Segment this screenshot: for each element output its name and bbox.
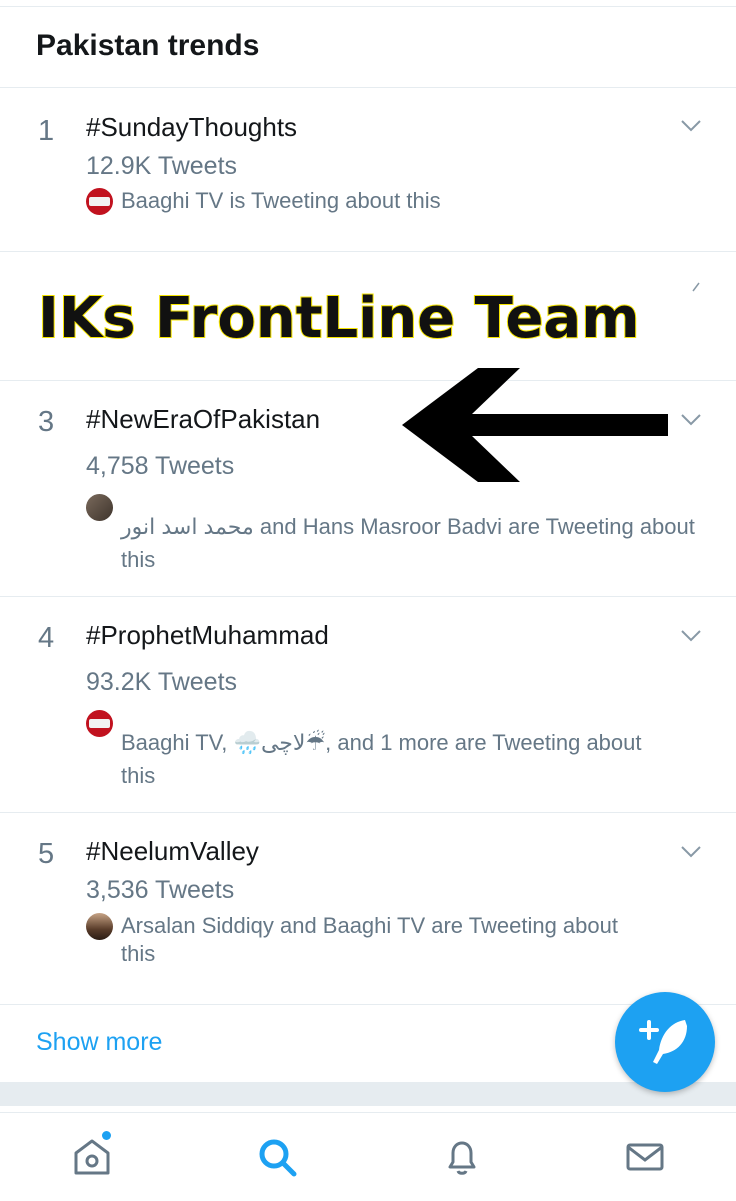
baaghi-tv-avatar — [86, 710, 113, 737]
search-icon[interactable] — [255, 1135, 299, 1179]
compose-tweet-icon — [639, 1020, 687, 1064]
tweet-count: 93.2K Tweets — [86, 668, 238, 696]
overlay-banner-text: IKs FrontLine Team — [37, 285, 641, 352]
tweet-count: 4,758 Tweets — [86, 452, 235, 480]
chevron-down-icon[interactable] — [680, 845, 702, 859]
trend-context: Baaghi TV is Tweeting about this — [121, 188, 441, 213]
trend-hashtag[interactable]: #NewEraOfPakistan — [86, 404, 320, 435]
chevron-down-icon[interactable] — [680, 629, 702, 643]
trend-context-continued: this — [121, 941, 156, 966]
trend-hashtag[interactable]: #SundayThoughts — [86, 112, 297, 143]
trend-item-5[interactable]: 5 #NeelumValley 3,536 Tweets Arsalan Sid… — [0, 813, 736, 1005]
trend-hashtag[interactable]: #NeelumValley — [86, 836, 259, 867]
left-arrow-icon — [402, 368, 668, 482]
chevron-down-icon[interactable] — [680, 413, 702, 427]
mail-icon[interactable] — [623, 1135, 667, 1179]
chevron-down-icon[interactable] — [692, 282, 700, 292]
tweet-count: 12.9K Tweets — [86, 152, 238, 180]
trend-rank: 3 — [38, 406, 55, 438]
trend-context: Baaghi TV, 🌧️لاچی☔, and 1 more are Tweet… — [121, 730, 642, 755]
trend-context: محمد اسد انور and Hans Masroor Badvi are… — [121, 514, 695, 539]
home-icon[interactable] — [70, 1135, 114, 1179]
baaghi-tv-avatar — [86, 188, 113, 215]
show-more-link[interactable]: Show more — [36, 1028, 162, 1057]
trend-item-4[interactable]: 4 #ProphetMuhammad 93.2K Tweets Baaghi T… — [0, 597, 736, 813]
page-title: Pakistan trends — [36, 29, 260, 62]
trend-rank: 4 — [38, 622, 55, 654]
user-avatar — [86, 913, 113, 940]
compose-tweet-button[interactable] — [615, 992, 715, 1092]
chevron-down-icon[interactable] — [680, 119, 702, 133]
trend-rank: 5 — [38, 838, 55, 870]
bell-icon[interactable] — [440, 1135, 484, 1179]
user-avatar — [86, 494, 113, 521]
trends-header: Pakistan trends — [0, 7, 736, 88]
trend-rank: 1 — [38, 115, 55, 147]
notification-dot — [102, 1131, 111, 1140]
trend-hashtag[interactable]: #ProphetMuhammad — [86, 620, 329, 651]
tweet-count: 3,536 Tweets — [86, 876, 235, 904]
trend-context-continued: this — [121, 763, 156, 788]
trend-context-continued: this — [121, 547, 156, 572]
bottom-tab-bar — [0, 1112, 736, 1201]
trend-item-1[interactable]: 1 #SundayThoughts 12.9K Tweets Baaghi TV… — [0, 88, 736, 252]
